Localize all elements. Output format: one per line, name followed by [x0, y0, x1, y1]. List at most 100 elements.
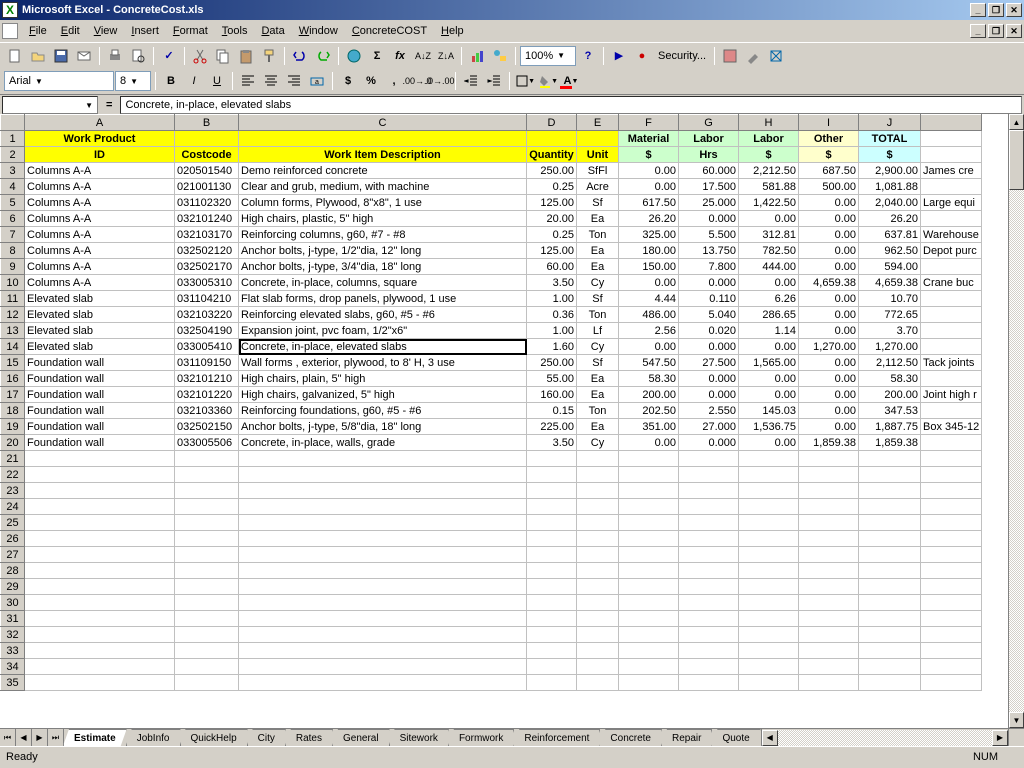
cell[interactable]	[739, 563, 799, 579]
doc-minimize-button[interactable]: _	[970, 24, 986, 38]
menu-window[interactable]: Window	[292, 23, 345, 39]
cell[interactable]: Elevated slab	[25, 339, 175, 355]
cell[interactable]	[239, 611, 527, 627]
cell[interactable]: 58.30	[619, 371, 679, 387]
cell[interactable]: Elevated slab	[25, 323, 175, 339]
cell[interactable]	[239, 643, 527, 659]
cell[interactable]: Columns A-A	[25, 195, 175, 211]
cell[interactable]: 225.00	[527, 419, 577, 435]
cell[interactable]	[25, 515, 175, 531]
cell[interactable]: 500.00	[799, 179, 859, 195]
row-header-21[interactable]: 21	[1, 451, 25, 467]
header-cell[interactable]	[921, 131, 982, 147]
cell[interactable]: 031104210	[175, 291, 239, 307]
cell[interactable]: 4.44	[619, 291, 679, 307]
cell[interactable]: 25.000	[679, 195, 739, 211]
sort-asc-button[interactable]: A↓Z	[412, 45, 434, 67]
menu-file[interactable]: File	[22, 23, 54, 39]
cell[interactable]: 125.00	[527, 195, 577, 211]
row-header-31[interactable]: 31	[1, 611, 25, 627]
cell[interactable]: 1,081.88	[859, 179, 921, 195]
cell[interactable]: 032502170	[175, 259, 239, 275]
security-button[interactable]: Security...	[654, 50, 710, 62]
header-cell[interactable]: Hrs	[679, 147, 739, 163]
row-header-22[interactable]: 22	[1, 467, 25, 483]
cell[interactable]	[577, 467, 619, 483]
cell[interactable]: SfFl	[577, 163, 619, 179]
row-header-1[interactable]: 1	[1, 131, 25, 147]
cell[interactable]: 0.020	[679, 323, 739, 339]
menu-insert[interactable]: Insert	[124, 23, 166, 39]
font-combo[interactable]: Arial▼	[4, 71, 114, 91]
cell[interactable]: 032103170	[175, 227, 239, 243]
cell[interactable]	[799, 595, 859, 611]
cell[interactable]	[527, 499, 577, 515]
cell[interactable]	[799, 531, 859, 547]
cell[interactable]: Tack joints	[921, 355, 982, 371]
cell[interactable]	[25, 531, 175, 547]
cell[interactable]: 200.00	[619, 387, 679, 403]
cell[interactable]	[921, 307, 982, 323]
cell[interactable]: Columns A-A	[25, 227, 175, 243]
cell[interactable]: 325.00	[619, 227, 679, 243]
cell[interactable]	[577, 531, 619, 547]
cell[interactable]	[859, 547, 921, 563]
open-button[interactable]	[27, 45, 49, 67]
tab-next-button[interactable]: ▶	[32, 729, 48, 746]
cell[interactable]: 0.15	[527, 403, 577, 419]
cell[interactable]: 2,900.00	[859, 163, 921, 179]
cell[interactable]	[25, 563, 175, 579]
cell[interactable]: 17.500	[679, 179, 739, 195]
scroll-down-button[interactable]: ▼	[1009, 712, 1024, 728]
cell[interactable]: High chairs, plain, 5" high	[239, 371, 527, 387]
cell[interactable]	[921, 211, 982, 227]
cell[interactable]	[619, 547, 679, 563]
cell[interactable]	[175, 579, 239, 595]
cell[interactable]	[25, 595, 175, 611]
cell[interactable]: Lf	[577, 323, 619, 339]
cell[interactable]	[25, 611, 175, 627]
cell[interactable]	[679, 499, 739, 515]
cell[interactable]: Concrete, in-place, walls, grade	[239, 435, 527, 451]
cell[interactable]: 3.50	[527, 435, 577, 451]
new-button[interactable]	[4, 45, 26, 67]
cell[interactable]: Ea	[577, 371, 619, 387]
align-right-button[interactable]	[283, 70, 305, 92]
cell[interactable]	[25, 659, 175, 675]
cell[interactable]	[619, 483, 679, 499]
cell[interactable]	[577, 547, 619, 563]
cell[interactable]: Concrete, in-place, columns, square	[239, 275, 527, 291]
cell[interactable]	[239, 531, 527, 547]
header-cell[interactable]: Work Product	[25, 131, 175, 147]
cell[interactable]	[799, 547, 859, 563]
cell[interactable]	[239, 675, 527, 691]
menu-format[interactable]: Format	[166, 23, 215, 39]
cell[interactable]: 0.00	[799, 211, 859, 227]
cell[interactable]	[175, 467, 239, 483]
cell[interactable]: 782.50	[739, 243, 799, 259]
cell[interactable]	[921, 291, 982, 307]
cell[interactable]: Anchor bolts, j-type, 1/2"dia, 12" long	[239, 243, 527, 259]
header-cell[interactable]: $	[859, 147, 921, 163]
cell[interactable]: 160.00	[527, 387, 577, 403]
cell[interactable]: Ton	[577, 307, 619, 323]
cell[interactable]: 021001130	[175, 179, 239, 195]
undo-button[interactable]	[289, 45, 311, 67]
cell[interactable]	[679, 467, 739, 483]
cell[interactable]	[921, 483, 982, 499]
increase-indent-button[interactable]	[483, 70, 505, 92]
cell[interactable]	[527, 659, 577, 675]
cell[interactable]	[859, 579, 921, 595]
row-header-33[interactable]: 33	[1, 643, 25, 659]
cell[interactable]	[175, 643, 239, 659]
col-header-G[interactable]: G	[679, 115, 739, 131]
cell[interactable]: 0.00	[799, 323, 859, 339]
header-cell[interactable]: Costcode	[175, 147, 239, 163]
fill-color-button[interactable]: ▼	[537, 70, 559, 92]
row-header-27[interactable]: 27	[1, 547, 25, 563]
cell[interactable]	[25, 451, 175, 467]
row-header-24[interactable]: 24	[1, 499, 25, 515]
scroll-up-button[interactable]: ▲	[1009, 114, 1024, 130]
format-painter-button[interactable]	[258, 45, 280, 67]
cell[interactable]	[739, 531, 799, 547]
